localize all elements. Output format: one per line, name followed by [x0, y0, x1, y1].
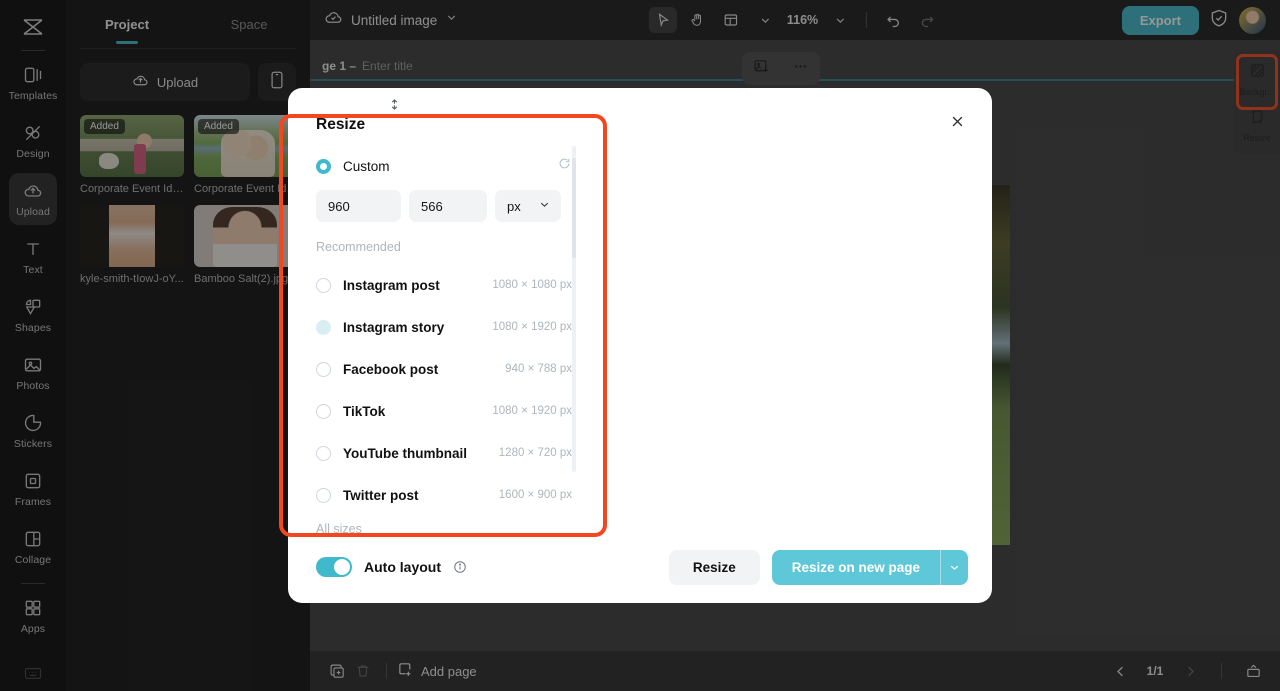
chevron-down-icon [538, 198, 551, 214]
app-root: Templates Design Upload Text Shapes Phot… [0, 0, 1280, 691]
dialog-body: Resize Custom 960 566 px Recommended Ins… [288, 88, 992, 536]
size-name: Instagram post [343, 277, 440, 293]
swap-vertical-icon[interactable] [385, 94, 403, 114]
auto-layout-toggle[interactable] [316, 557, 352, 577]
radio-size[interactable] [316, 487, 331, 503]
chevron-down-icon[interactable] [940, 549, 968, 585]
width-value: 960 [328, 198, 350, 214]
width-input[interactable]: 960 [316, 190, 401, 222]
reset-icon[interactable] [557, 156, 572, 176]
height-value: 566 [421, 198, 443, 214]
radio-size[interactable] [316, 361, 331, 377]
size-dimension: 1600 × 900 px [498, 489, 572, 501]
recommended-size-list: Instagram post 1080 × 1080 px Instagram … [316, 264, 606, 516]
dialog-left-pane: Resize Custom 960 566 px Recommended Ins… [288, 88, 606, 536]
size-option-facebook-post[interactable]: Facebook post 940 × 788 px [316, 348, 606, 390]
auto-layout-label: Auto layout [364, 559, 441, 575]
radio-custom[interactable] [316, 158, 331, 174]
dialog-preview-pane [606, 88, 992, 531]
size-name: Instagram story [343, 319, 445, 335]
option-custom[interactable]: Custom [316, 156, 606, 176]
size-dimension: 1080 × 1920 px [492, 405, 572, 417]
radio-size[interactable] [316, 445, 331, 461]
close-icon[interactable] [946, 110, 968, 132]
auto-layout-row: Auto layout [316, 557, 467, 577]
dialog-footer: Auto layout Resize Resize on new page [288, 531, 992, 603]
size-dimension: 940 × 788 px [505, 363, 572, 375]
size-option-tiktok[interactable]: TikTok 1080 × 1920 px [316, 390, 606, 432]
size-option-youtube-thumbnail[interactable]: YouTube thumbnail 1280 × 720 px [316, 432, 606, 474]
unit-value: px [507, 198, 521, 214]
radio-size[interactable] [316, 403, 331, 419]
size-dimension: 1080 × 1920 px [492, 321, 572, 333]
recommended-label: Recommended [316, 240, 401, 254]
size-name: YouTube thumbnail [343, 445, 467, 461]
radio-size[interactable] [316, 319, 331, 335]
dialog-actions: Resize Resize on new page [668, 549, 968, 585]
resize-button[interactable]: Resize [668, 549, 760, 585]
resize-new-page-group: Resize on new page [771, 549, 968, 585]
size-name: Twitter post [343, 487, 419, 503]
size-option-instagram-post[interactable]: Instagram post 1080 × 1080 px [316, 264, 606, 306]
size-inputs-row: 960 566 px [316, 94, 606, 222]
size-name: TikTok [343, 403, 386, 419]
resize-on-new-page-button[interactable]: Resize on new page [771, 549, 940, 585]
option-custom-label: Custom [343, 158, 390, 174]
dialog-title: Resize [316, 116, 366, 133]
size-name: Facebook post [343, 361, 439, 377]
size-option-twitter-post[interactable]: Twitter post 1600 × 900 px [316, 474, 606, 516]
scrollbar-thumb[interactable] [572, 158, 576, 258]
size-dimension: 1080 × 1080 px [492, 279, 572, 291]
resize-dialog: Resize Custom 960 566 px Recommended Ins… [288, 88, 992, 603]
info-icon[interactable] [453, 560, 467, 574]
size-dimension: 1280 × 720 px [498, 447, 572, 459]
size-option-instagram-story[interactable]: Instagram story 1080 × 1920 px [316, 306, 606, 348]
dialog-list-scrollbar[interactable] [572, 146, 576, 472]
height-input[interactable]: 566 [409, 190, 487, 222]
unit-select[interactable]: px [495, 190, 561, 222]
radio-size[interactable] [316, 277, 331, 293]
